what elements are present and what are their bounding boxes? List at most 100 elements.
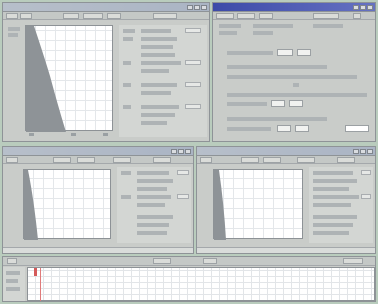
maximize-icon[interactable] [360, 5, 366, 10]
titlebar[interactable] [3, 147, 193, 156]
titlebar[interactable] [3, 3, 209, 12]
toolbar-button[interactable] [113, 157, 131, 163]
minimize-icon[interactable] [353, 5, 359, 10]
form-input[interactable] [295, 125, 309, 132]
minimize-icon[interactable] [353, 149, 359, 154]
toolbar-button[interactable] [241, 157, 259, 163]
readout-value[interactable] [185, 104, 201, 109]
readout-label [137, 223, 169, 227]
toolbar-button[interactable] [263, 157, 281, 163]
timeline-marker[interactable] [34, 268, 37, 276]
form-label [227, 102, 267, 106]
close-icon[interactable] [367, 149, 373, 154]
readout-label [123, 29, 135, 33]
toolbar [213, 12, 375, 20]
minimize-icon[interactable] [187, 5, 193, 10]
toolbar-button[interactable] [353, 13, 361, 19]
readout-label [141, 29, 171, 33]
toolbar-button[interactable] [6, 13, 18, 19]
toolbar-button[interactable] [83, 13, 103, 19]
readout-value[interactable] [361, 194, 371, 199]
readout-label [137, 231, 167, 235]
readout-label [137, 171, 169, 175]
toolbar-button[interactable] [200, 157, 212, 163]
settings-dialog[interactable] [212, 2, 376, 142]
form-input[interactable] [289, 100, 303, 107]
form-input[interactable] [277, 125, 291, 132]
readout-label [141, 121, 167, 125]
info-line [253, 31, 273, 35]
close-icon[interactable] [201, 5, 207, 10]
form-input[interactable] [297, 49, 311, 56]
toolbar [3, 156, 193, 164]
form-label [227, 117, 327, 121]
readout-label [141, 53, 175, 57]
apply-field[interactable] [345, 125, 369, 132]
close-icon[interactable] [367, 5, 373, 10]
toolbar-button[interactable] [203, 258, 217, 264]
toolbar-button[interactable] [7, 258, 17, 264]
playhead[interactable] [40, 268, 41, 301]
track-label [6, 279, 18, 283]
plot-window-bottom-left[interactable] [2, 146, 194, 254]
toolbar-button[interactable] [153, 258, 171, 264]
readout-label [141, 105, 179, 109]
toolbar-button[interactable] [237, 13, 255, 19]
toolbar-button[interactable] [153, 157, 171, 163]
close-icon[interactable] [185, 149, 191, 154]
plot-window-bottom-right[interactable] [196, 146, 376, 254]
titlebar[interactable] [197, 147, 375, 156]
toolbar-button[interactable] [313, 13, 339, 19]
toolbar [3, 257, 375, 266]
toolbar [3, 12, 209, 20]
plot-area[interactable] [25, 25, 113, 132]
toolbar-button[interactable] [63, 13, 79, 19]
readout-value[interactable] [361, 170, 371, 175]
form-label [227, 51, 273, 55]
plot-window-top-left[interactable] [2, 2, 210, 142]
readout-label [123, 105, 131, 109]
toolbar-button[interactable] [153, 13, 177, 19]
readout-label [313, 171, 353, 175]
horizontal-scrollbar[interactable] [3, 247, 193, 253]
toolbar-button[interactable] [216, 13, 234, 19]
plot-area[interactable] [23, 169, 111, 240]
readout-value[interactable] [185, 60, 201, 65]
toolbar-button[interactable] [53, 157, 71, 163]
toolbar-button[interactable] [77, 157, 95, 163]
form-input[interactable] [271, 100, 285, 107]
readout-value[interactable] [177, 194, 189, 199]
toolbar-button[interactable] [337, 157, 355, 163]
minimize-icon[interactable] [171, 149, 177, 154]
horizontal-scrollbar[interactable] [197, 247, 375, 253]
form-input[interactable] [277, 49, 293, 56]
toolbar-button[interactable] [6, 157, 18, 163]
maximize-icon[interactable] [360, 149, 366, 154]
timeline-grid[interactable] [27, 267, 375, 301]
titlebar[interactable] [213, 3, 375, 12]
readout-value[interactable] [177, 170, 189, 175]
x-axis-tick [103, 133, 108, 136]
x-axis-tick [29, 133, 34, 136]
timeline-window[interactable] [2, 256, 376, 302]
readout-label [137, 195, 171, 199]
readout-label [141, 83, 177, 87]
readout-value[interactable] [185, 82, 201, 87]
readout-label [141, 37, 177, 41]
toolbar-button[interactable] [343, 258, 363, 264]
readout-label [137, 203, 165, 207]
readout-label [141, 69, 169, 73]
maximize-icon[interactable] [194, 5, 200, 10]
plot-area[interactable] [213, 169, 303, 240]
readout-label [313, 179, 357, 183]
toolbar-button[interactable] [259, 13, 273, 19]
toolbar-button[interactable] [297, 157, 315, 163]
toolbar-button[interactable] [20, 13, 32, 19]
readout-label [313, 223, 353, 227]
readout-panel [309, 167, 373, 243]
readout-panel [119, 25, 207, 137]
toolbar-button[interactable] [107, 13, 121, 19]
readout-value[interactable] [185, 28, 201, 33]
maximize-icon[interactable] [178, 149, 184, 154]
form-label [227, 75, 357, 79]
